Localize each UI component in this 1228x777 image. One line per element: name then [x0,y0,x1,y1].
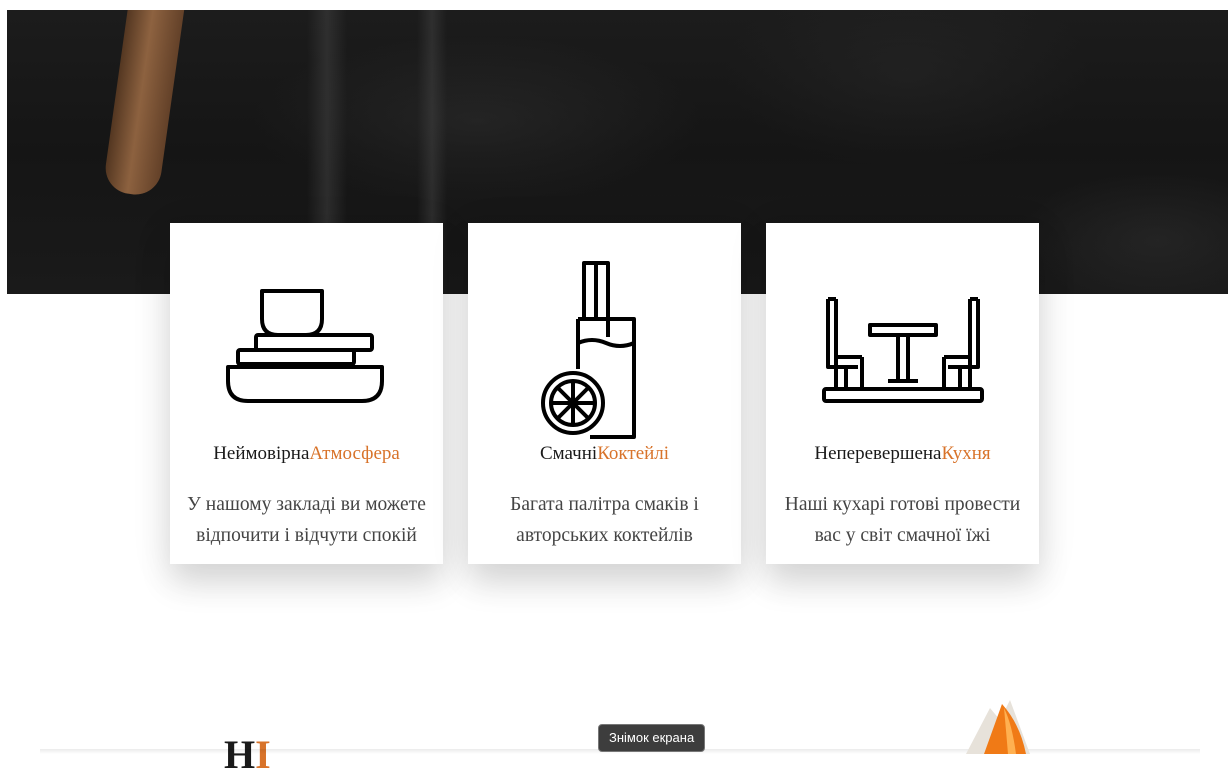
feature-title: НеперевершенаКухня [766,443,1039,465]
screenshot-tooltip: Знімок екрана [598,724,706,752]
feature-title-main: Смачні [539,443,598,464]
mountain-logo-icon [966,700,1030,754]
feature-title-main: Неймовірна [213,443,310,464]
feature-description: Наші кухарі готові провести вас у світ с… [784,494,1021,546]
feature-card-cuisine: НеперевершенаКухня Наші кухарі готові пр… [766,223,1039,564]
table-chairs-icon [821,297,984,403]
feature-title: НеймовірнаАтмосфера [170,443,443,465]
wooden-handle-decoration [102,10,188,198]
feature-description: У нашому закладі ви можете відпочити і в… [187,494,426,546]
feature-description: Багата палітра смаків і авторських кокте… [510,494,699,546]
feature-card-atmosphere: НеймовірнаАтмосфера У нашому закладі ви … [170,223,443,564]
feature-card-cocktails: СмачніКоктейлі Багата палітра смаків і а… [468,223,741,564]
next-section-heading-main: Н [224,732,256,777]
feature-title-accent: Атмосфера [309,443,400,464]
next-section-heading-accent: І [255,732,271,777]
next-section-heading: НІ [224,735,271,775]
feature-title-accent: Коктейлі [597,443,670,464]
dishes-icon [225,289,384,403]
feature-title-main: Неперевершена [814,443,942,464]
feature-title-accent: Кухня [941,443,991,464]
cocktail-icon [540,261,636,439]
feature-title: СмачніКоктейлі [468,443,741,465]
